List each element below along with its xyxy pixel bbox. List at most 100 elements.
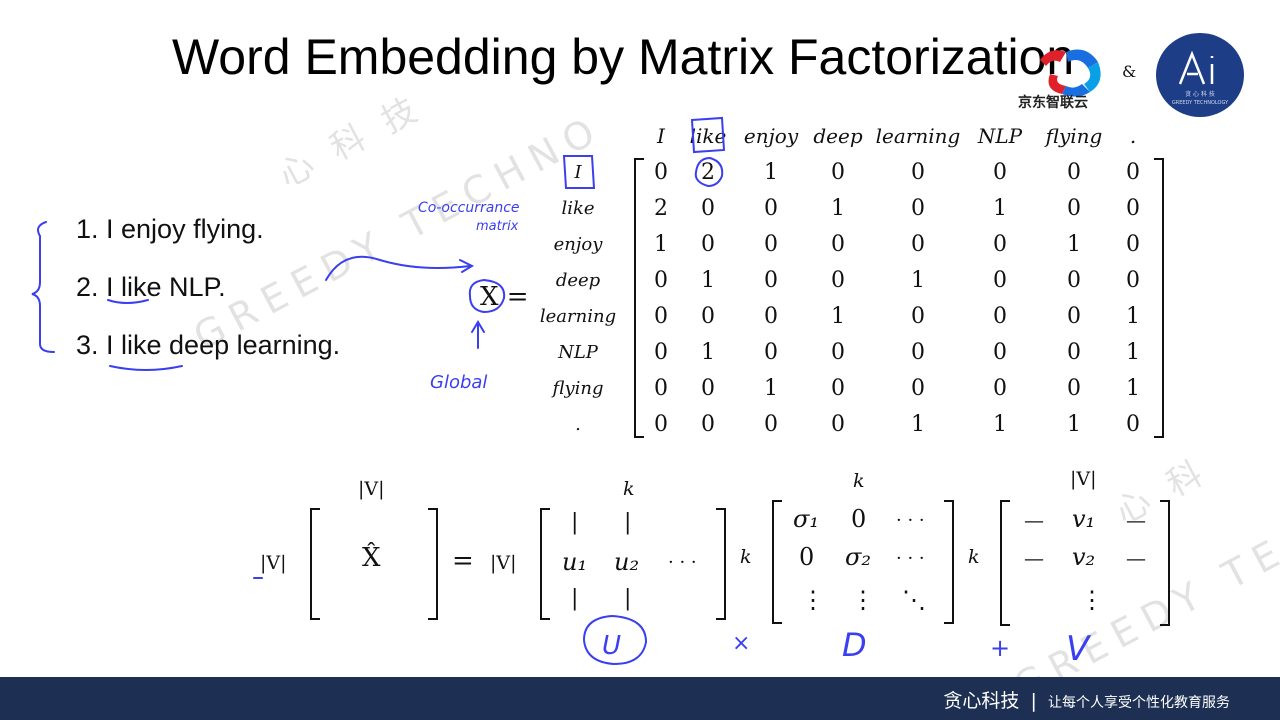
u2: u₂ [614,548,640,576]
matrix-cell: 2 [701,160,715,185]
v1: v₁ [1072,505,1096,533]
v-dash-2a: — [1024,546,1044,570]
matrix-lhs: X = [480,282,529,312]
partner-name: 京东智联云 [1018,95,1088,111]
matrix-cell: 0 [654,412,668,437]
sentence-1: 1. I enjoy flying. [76,214,264,244]
matrix-bracket-left [634,158,644,438]
matrix-cell: 0 [701,196,715,221]
matrix-cell: 1 [701,268,715,293]
d-zero-1: 0 [851,505,867,533]
matrix-cell: 1 [911,412,925,437]
matrix-cell: 1 [701,340,715,365]
v-dash-1b: — [1126,508,1146,532]
matrix-cell: 0 [654,160,668,185]
matrix-cell: 0 [993,376,1007,401]
sentence-2: 2. I like NLP. [76,272,226,302]
matrix-cell: 0 [831,160,845,185]
matrix-cell: 0 [911,304,925,329]
ink-text-v: V [1066,629,1092,669]
matrix-cell: 1 [654,232,668,257]
matrix-cell: 0 [654,268,668,293]
matrix-cell: 0 [1067,196,1081,221]
matrix-bracket-right [1154,158,1164,438]
matrix-cell: 1 [911,268,925,293]
ink-circle-u [583,614,648,666]
matrix-row-label: like [561,198,595,219]
matrix-cell: 0 [1126,196,1140,221]
d-bracket-right [944,500,954,624]
matrix-col-label: like [689,124,727,148]
matrix-cell: 0 [764,196,778,221]
matrix-cell: 0 [701,376,715,401]
matrix-row-label: enjoy [553,234,603,255]
xhat-bracket-left [310,508,320,620]
matrix-row-label: deep [555,270,601,291]
matrix-col-label: learning [875,124,961,148]
v-vdots: ⋮ [1080,586,1104,614]
matrix-cell: 0 [831,412,845,437]
footer-text: 贪心科技 | 让每个人享受个性化教育服务 [943,686,1230,713]
v-dash-1a: — [1024,508,1044,532]
matrix-cell: 0 [911,376,925,401]
u-bar-2a: | [624,510,632,535]
watermark-top-cn: 心科技 [272,79,445,197]
matrix-cell: 2 [654,196,668,221]
sigma-1: σ₁ [793,505,820,533]
matrix-row-label: I [574,162,582,183]
u-dots: · · · [668,552,697,573]
watermark-bottom: GREEDY TECHNO [1006,455,1280,709]
ink-arrow-to-x [325,255,475,281]
ink-text-times: × [732,631,750,656]
xhat-rows-label: |V| [260,552,287,574]
ink-text-global: Global [430,372,487,393]
ink-text-cooccurrence: Co-occurrance [418,200,520,216]
matrix-cell: 0 [911,232,925,257]
matrix-col-label: NLP [977,124,1023,148]
xhat: X̂ [362,543,381,573]
matrix-cell: 0 [993,340,1007,365]
d-rows-label: k [740,546,752,568]
matrix-cell: 0 [654,304,668,329]
brand-logo: 贪 心 科 技 GREEDY TECHNOLOGY [1156,33,1244,117]
matrix-cell: 0 [831,268,845,293]
matrix-col-label: . [1129,124,1137,148]
matrix-cell: 0 [993,304,1007,329]
ink-text-matrix: matrix [476,219,519,234]
matrix-cell: 1 [764,376,778,401]
partner-ampersand: & [1122,62,1137,81]
matrix-cell: 0 [1126,268,1140,293]
matrix-cell: 0 [701,412,715,437]
u-cols-label: k [623,478,635,500]
matrix-cell: 0 [701,304,715,329]
ink-text-u: U [602,631,621,661]
d-vdots-1: ⋮ [801,586,825,614]
matrix-cell: 1 [831,304,845,329]
sentence-list: 1. I enjoy flying. 2. I like NLP. 3. I l… [76,210,340,384]
u-rows-label: |V| [490,552,517,574]
matrix-col-label: deep [813,124,863,148]
matrix-cell: 0 [831,376,845,401]
d-vdots-2: ⋮ [851,586,875,614]
d-dots-1: · · · [896,510,925,531]
matrix-cell: 0 [831,340,845,365]
footer-slogan: 让每个人享受个性化教育服务 [1048,695,1230,711]
ink-brace [31,221,55,353]
matrix-row-label: learning [539,306,617,327]
matrix-cell: 0 [993,268,1007,293]
sentence-3: 3. I like deep learning. [76,330,341,360]
matrix-cell: 0 [1126,160,1140,185]
u-bar-1a: | [571,510,579,535]
matrix-cell: 0 [911,196,925,221]
ink-arrow-up [471,320,485,349]
matrix-cell: 0 [1067,340,1081,365]
matrix-cell: 1 [1126,340,1140,365]
v-cols-label: |V| [1070,468,1097,490]
brand-logo-cn: 贪 心 科 技 [1185,90,1215,98]
matrix-cell: 1 [831,196,845,221]
matrix-cell: 0 [1067,268,1081,293]
d-cols-label: k [853,470,865,492]
ink-text-d: D [842,626,867,664]
matrix-cell: 0 [764,268,778,293]
u-bracket-right [716,508,726,620]
